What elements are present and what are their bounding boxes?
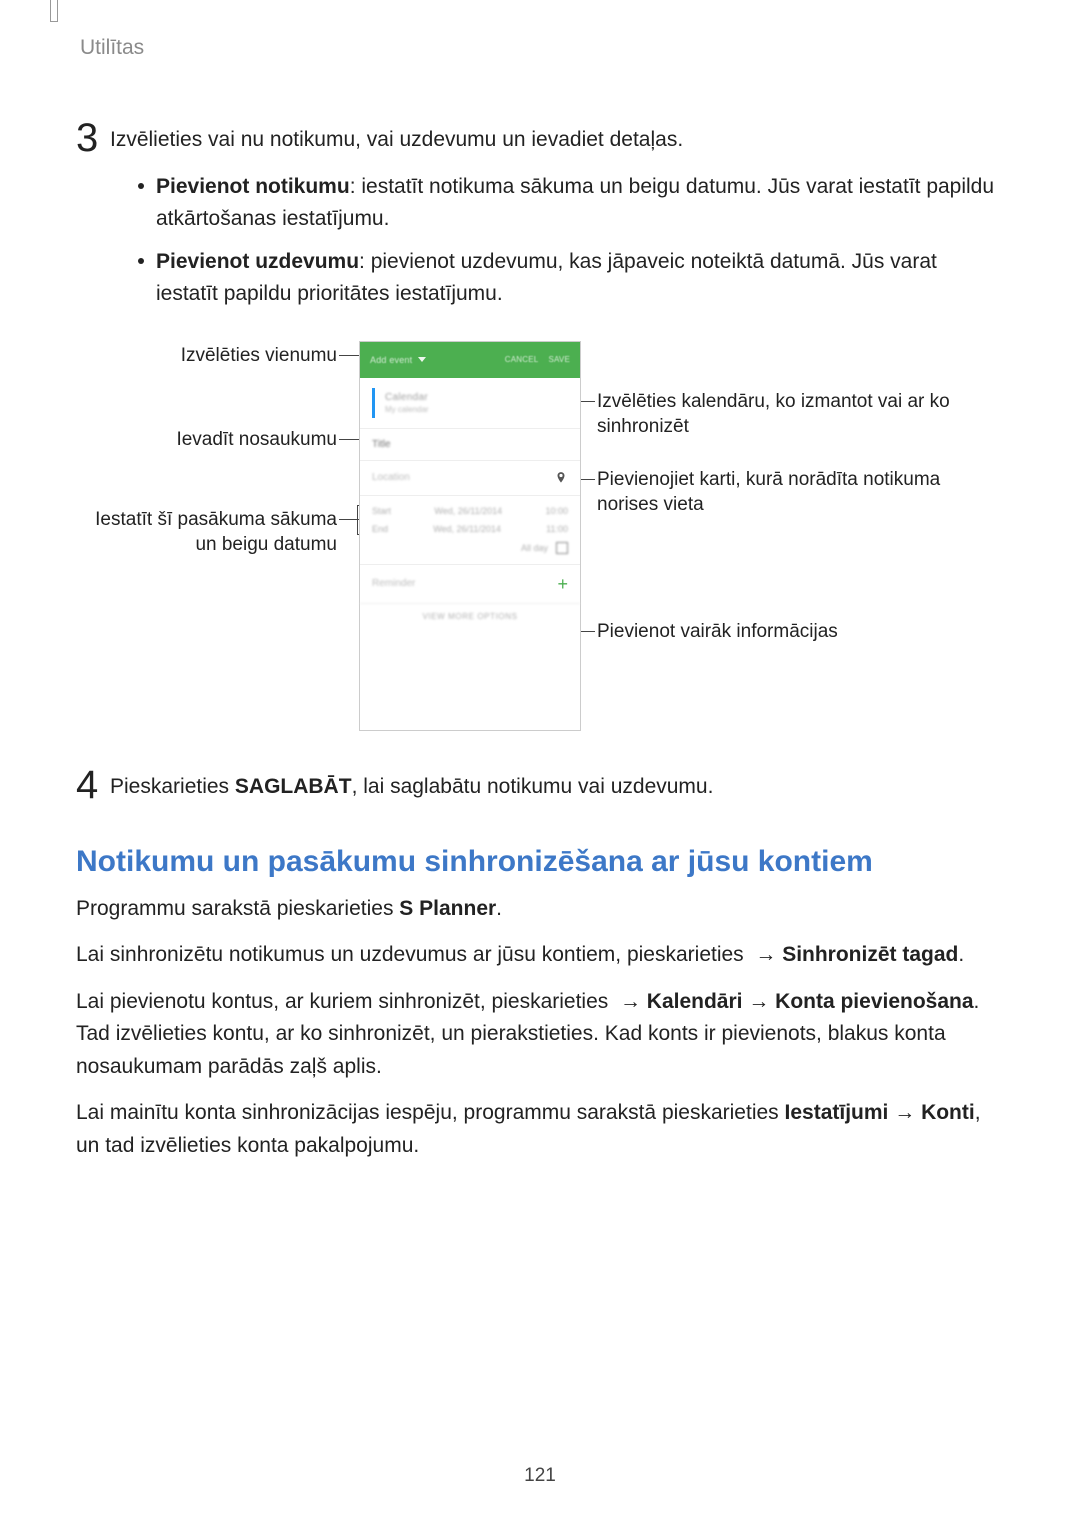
step-number: 3 bbox=[76, 118, 110, 158]
step4-strong: SAGLABĀT bbox=[235, 775, 352, 798]
p1-strong: S Planner bbox=[399, 897, 496, 920]
callout-enter-name: Ievadīt nosaukumu bbox=[77, 427, 337, 453]
location-label: Location bbox=[372, 472, 410, 483]
page-number: 121 bbox=[0, 1465, 1080, 1487]
calendar-color-bar bbox=[372, 388, 375, 418]
bullet-strong: Pievienot notikumu bbox=[156, 175, 350, 198]
section-heading: Notikumu un pasākumu sinhronizēšana ar j… bbox=[76, 845, 1004, 879]
save-button[interactable]: SAVE bbox=[548, 355, 570, 364]
callout-line bbox=[339, 355, 359, 356]
calendar-selector-row[interactable]: Calendar My calendar bbox=[360, 378, 580, 428]
bullet-item: Pievienot uzdevumu: pievienot uzdevumu, … bbox=[138, 246, 1004, 311]
plus-icon[interactable]: + bbox=[557, 575, 568, 593]
paragraph: Programmu sarakstā pieskarieties S Plann… bbox=[76, 893, 1004, 926]
callout-add-map: Pievienojiet karti, kurā norādīta notiku… bbox=[597, 467, 957, 518]
callout-more-info: Pievienot vairāk informācijas bbox=[597, 619, 957, 645]
p1-after: . bbox=[496, 897, 502, 920]
breadcrumb-section: Utilītas bbox=[80, 36, 1004, 60]
date-block: Start Wed, 26/11/2014 10:00 End Wed, 26/… bbox=[360, 495, 580, 564]
location-row[interactable]: Location bbox=[360, 460, 580, 495]
step4-text-before: Pieskarieties bbox=[110, 775, 235, 798]
bullet-dot-icon bbox=[138, 183, 144, 189]
start-time: 10:00 bbox=[545, 506, 568, 516]
step-4: 4 Pieskarieties SAGLABĀT, lai saglabātu … bbox=[76, 771, 1004, 805]
step4-text-after: , lai saglabātu notikumu vai uzdevumu. bbox=[352, 775, 714, 798]
p1-before: Programmu sarakstā pieskarieties bbox=[76, 897, 399, 920]
callout-line bbox=[339, 519, 359, 520]
cancel-button[interactable]: CANCEL bbox=[505, 355, 539, 364]
start-date: Wed, 26/11/2014 bbox=[391, 506, 545, 516]
title-input[interactable] bbox=[372, 439, 568, 450]
calendar-label: Calendar bbox=[385, 392, 429, 403]
step-number: 4 bbox=[76, 765, 110, 805]
arrow-icon: → bbox=[750, 943, 783, 966]
bullet-strong: Pievienot uzdevumu bbox=[156, 250, 359, 273]
arrow-icon: → bbox=[742, 990, 775, 1013]
allday-row[interactable]: All day bbox=[372, 542, 568, 554]
p4-before: Lai mainītu konta sinhronizācijas iespēj… bbox=[76, 1101, 785, 1124]
start-row[interactable]: Start Wed, 26/11/2014 10:00 bbox=[372, 506, 568, 516]
figure: Izvēlēties vienumu Ievadīt nosaukumu Ies… bbox=[77, 341, 1003, 741]
phone-header: Add event CANCEL SAVE bbox=[360, 342, 580, 378]
callout-line bbox=[581, 401, 595, 402]
view-more-options-button[interactable]: VIEW MORE OPTIONS bbox=[360, 603, 580, 629]
callout-line bbox=[339, 439, 359, 440]
bullet-dot-icon bbox=[138, 258, 144, 264]
p2-strong: Sinhronizēt tagad bbox=[782, 943, 958, 966]
tab-edge-decoration bbox=[50, 0, 58, 22]
title-row[interactable] bbox=[360, 428, 580, 460]
add-event-dropdown[interactable]: Add event bbox=[370, 355, 412, 365]
p4-strong1: Iestatījumi bbox=[785, 1101, 889, 1124]
p2-after: . bbox=[958, 943, 964, 966]
paragraph: Lai pievienotu kontus, ar kuriem sinhron… bbox=[76, 986, 1004, 1084]
reminder-row[interactable]: Reminder + bbox=[360, 564, 580, 603]
paragraph: Lai sinhronizētu notikumus un uzdevumus … bbox=[76, 939, 1004, 972]
bullet-item: Pievienot notikumu: iestatīt notikuma sā… bbox=[138, 171, 1004, 236]
start-label: Start bbox=[372, 506, 391, 516]
callout-line bbox=[357, 505, 358, 535]
phone-mockup: Add event CANCEL SAVE Calendar My calend… bbox=[359, 341, 581, 731]
callout-select-calendar: Izvēlēties kalendāru, ko izmantot vai ar… bbox=[597, 389, 957, 440]
end-date: Wed, 26/11/2014 bbox=[388, 524, 546, 534]
end-label: End bbox=[372, 524, 388, 534]
p3-strong1: Kalendāri bbox=[647, 990, 743, 1013]
p4-strong2: Konti bbox=[921, 1101, 975, 1124]
step-3: 3 Izvēlieties vai nu notikumu, vai uzdev… bbox=[76, 124, 1004, 321]
paragraph: Lai mainītu konta sinhronizācijas iespēj… bbox=[76, 1097, 1004, 1162]
allday-label: All day bbox=[521, 543, 548, 553]
p3-strong2: Konta pievienošana bbox=[775, 990, 973, 1013]
reminder-label: Reminder bbox=[372, 578, 415, 589]
end-time: 11:00 bbox=[546, 524, 568, 534]
arrow-icon: → bbox=[614, 990, 647, 1013]
callout-set-dates: Iestatīt šī pasākuma sākuma un beigu dat… bbox=[77, 507, 337, 558]
p3-before: Lai pievienotu kontus, ar kuriem sinhron… bbox=[76, 990, 614, 1013]
end-row[interactable]: End Wed, 26/11/2014 11:00 bbox=[372, 524, 568, 534]
callout-select-item: Izvēlēties vienumu bbox=[77, 343, 337, 369]
allday-checkbox[interactable] bbox=[556, 542, 568, 554]
p2-before: Lai sinhronizētu notikumus un uzdevumus … bbox=[76, 943, 750, 966]
step3-intro: Izvēlieties vai nu notikumu, vai uzdevum… bbox=[110, 124, 1004, 157]
arrow-icon: → bbox=[888, 1101, 921, 1124]
calendar-sub: My calendar bbox=[385, 405, 429, 414]
chevron-down-icon bbox=[418, 357, 426, 362]
map-pin-icon[interactable] bbox=[554, 471, 568, 485]
